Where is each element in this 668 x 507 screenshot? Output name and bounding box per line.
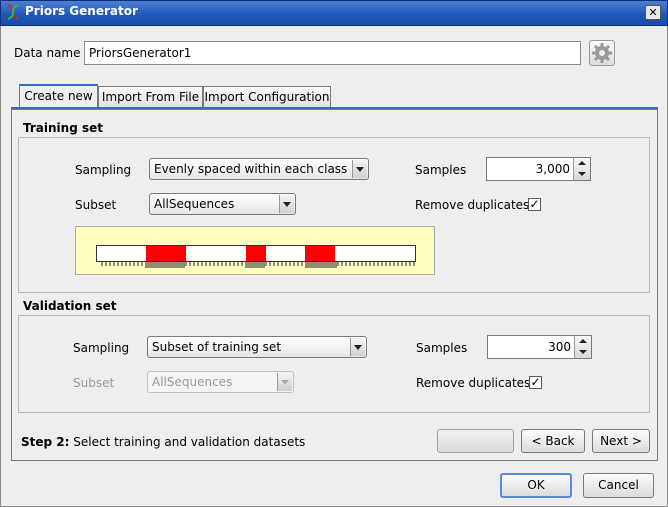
wizard-step-text: Step 2: Select training and validation d… [21,435,305,449]
chevron-down-icon [350,338,365,356]
tab-import-from-file[interactable]: Import From File [98,86,203,109]
sampling-preview-segment [246,246,266,261]
validation-subset-dropdown: AllSequences [147,371,294,393]
back-button[interactable]: < Back [521,429,585,453]
sampling-preview-segment [305,246,335,261]
chevron-down-icon [279,195,294,213]
data-name-field[interactable]: PriorsGenerator1 [84,41,581,65]
wizard-progress-indicator [437,429,514,453]
chevron-down-icon [352,160,367,178]
cancel-button[interactable]: Cancel [583,473,654,498]
chevron-down-icon [277,373,292,391]
validation-sampling-dropdown[interactable]: Subset of training set [147,336,367,358]
sampling-preview-bar [96,245,416,262]
tab-import-configuration[interactable]: Import Configuration [203,86,331,109]
training-subset-dropdown[interactable]: AllSequences [149,193,296,215]
settings-button[interactable] [589,40,615,66]
training-sampling-dropdown[interactable]: Evenly spaced within each class [149,158,369,180]
spinner-buttons[interactable] [574,336,591,358]
validation-set-group [18,315,650,413]
validation-remove-duplicates-label: Remove duplicates [416,376,531,390]
training-subset-value: AllSequences [154,197,235,211]
training-sampling-value: Evenly spaced within each class [154,162,348,176]
validation-samples-value: 300 [548,340,571,354]
gear-icon [592,43,612,63]
sampling-preview [75,226,435,275]
next-button[interactable]: Next > [592,429,650,453]
validation-sampling-value: Subset of training set [152,340,282,354]
validation-remove-duplicates-checkbox[interactable]: ✓ [529,376,542,389]
data-name-label: Data name [14,46,81,60]
validation-set-title: Validation set [23,299,117,313]
dna-icon [7,4,19,20]
close-button[interactable]: ✕ [645,5,661,20]
wizard-step-description: Select training and validation datasets [69,435,306,449]
training-sampling-label: Sampling [75,163,132,177]
training-samples-stepper[interactable]: 3,000 [486,157,591,181]
sampling-preview-ticks [101,262,415,268]
spinner-buttons[interactable] [573,158,590,180]
tab-create-new[interactable]: Create new [19,84,98,109]
training-remove-duplicates-checkbox[interactable]: ✓ [528,198,541,211]
training-remove-duplicates-label: Remove duplicates [415,198,530,212]
validation-subset-value: AllSequences [152,375,233,389]
validation-subset-label: Subset [73,376,115,390]
wizard-step-number: Step 2: [21,435,70,449]
ok-button[interactable]: OK [500,473,572,498]
training-samples-label: Samples [415,163,467,177]
validation-samples-stepper[interactable]: 300 [487,335,592,359]
training-samples-value: 3,000 [535,162,570,176]
training-subset-label: Subset [75,198,117,212]
window-title: Priors Generator [25,4,138,18]
validation-sampling-label: Sampling [73,341,130,355]
sampling-preview-segment [146,246,186,261]
training-set-title: Training set [23,121,103,135]
validation-samples-label: Samples [416,341,468,355]
